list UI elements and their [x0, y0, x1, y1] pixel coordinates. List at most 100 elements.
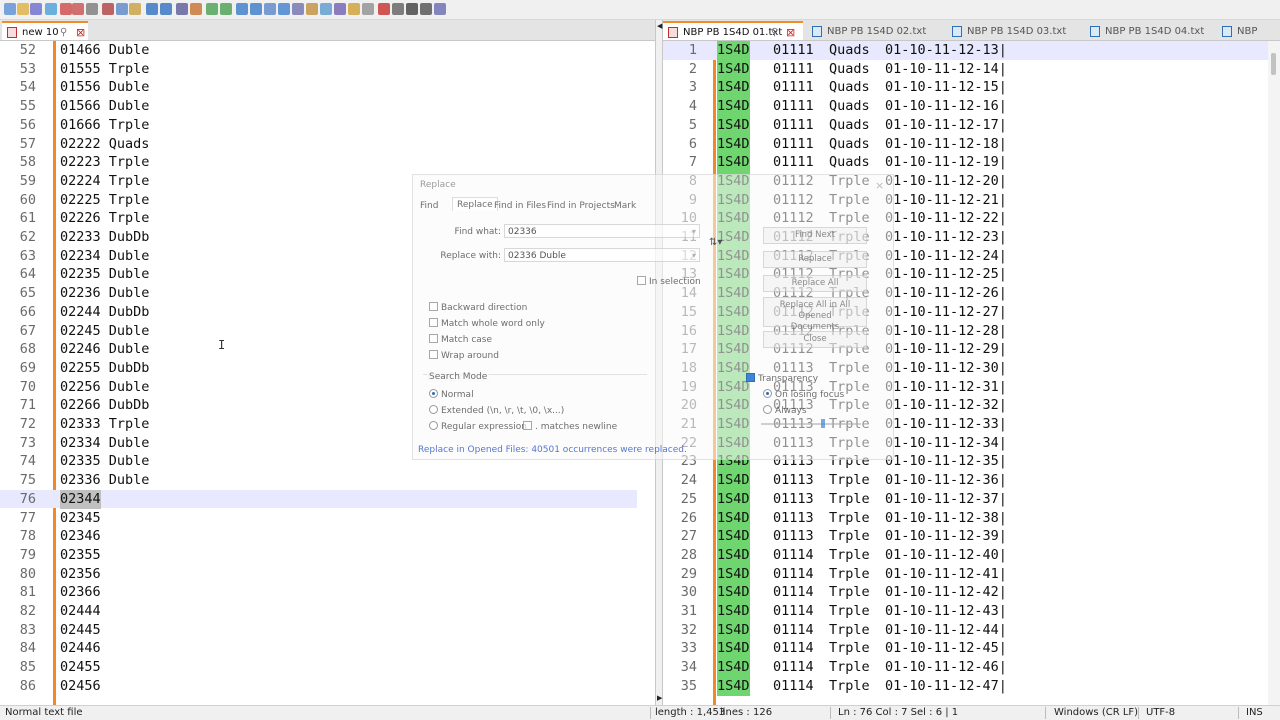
line-text[interactable]: 02266 DubDb — [60, 396, 149, 415]
transparency-slider-track[interactable] — [761, 423, 861, 425]
line-code[interactable]: 01114 — [773, 565, 814, 584]
find-icon[interactable] — [176, 3, 188, 15]
prefix-highlight[interactable]: 1S4D — [717, 602, 750, 621]
on-losing-focus-radio[interactable]: On losing focus — [763, 389, 844, 400]
word-wrap-icon[interactable] — [264, 3, 276, 15]
line-text[interactable]: 02335 Duble — [60, 452, 149, 471]
line-text[interactable]: 02366 — [60, 583, 101, 602]
status-encoding[interactable]: UTF-8 — [1146, 707, 1175, 718]
line-sequence[interactable]: 01-10-11-12-37| — [885, 490, 1007, 509]
prefix-highlight[interactable]: 1S4D — [717, 564, 750, 584]
prefix-highlight[interactable]: 1S4D — [717, 78, 750, 98]
line-code[interactable]: 01114 — [773, 639, 814, 658]
save-all-icon[interactable] — [45, 3, 57, 15]
line-sequence[interactable]: 01-10-11-12-43| — [885, 602, 1007, 621]
match-case-checkbox[interactable]: Match case — [429, 334, 492, 345]
replace-icon[interactable] — [190, 3, 202, 15]
line-kind[interactable]: Trple — [829, 658, 870, 677]
line-code[interactable]: 01111 — [773, 135, 814, 154]
sync-horizontal-icon[interactable] — [250, 3, 262, 15]
close-all-icon[interactable] — [72, 3, 84, 15]
tab-find-in-files[interactable]: Find in Files — [494, 201, 546, 211]
matches-newline-checkbox[interactable]: . matches newline — [523, 421, 617, 432]
scrollbar-thumb[interactable] — [1271, 53, 1276, 75]
close-button[interactable]: Close — [763, 331, 867, 348]
find-what-input[interactable]: 02336 ▾ — [504, 224, 700, 238]
line-text[interactable]: 02446 — [60, 639, 101, 658]
tab-nbp-pb-1s4d-04-txt[interactable]: NBP PB 1S4D 04.txt — [1085, 22, 1213, 40]
line-kind[interactable]: Trple — [829, 527, 870, 546]
zoom-in-icon[interactable] — [206, 3, 218, 15]
save-macro-icon[interactable] — [434, 3, 446, 15]
line-kind[interactable]: Quads — [829, 60, 870, 79]
line-text[interactable]: 02244 DubDb — [60, 303, 149, 322]
prefix-highlight[interactable]: 1S4D — [717, 545, 750, 565]
line-kind[interactable]: Quads — [829, 41, 870, 60]
line-sequence[interactable]: 01-10-11-12-26| — [885, 284, 1007, 303]
line-sequence[interactable]: 01-10-11-12-33| — [885, 415, 1007, 434]
line-code[interactable]: 01114 — [773, 621, 814, 640]
line-code[interactable]: 01111 — [773, 60, 814, 79]
line-sequence[interactable]: 01-10-11-12-44| — [885, 621, 1007, 640]
line-sequence[interactable]: 01-10-11-12-41| — [885, 565, 1007, 584]
replace-button[interactable]: Replace — [763, 251, 867, 268]
line-text[interactable]: 02246 Duble — [60, 340, 149, 359]
line-sequence[interactable]: 01-10-11-12-21| — [885, 191, 1007, 210]
line-text[interactable]: 02225 Trple — [60, 191, 149, 210]
line-sequence[interactable]: 01-10-11-12-22| — [885, 209, 1007, 228]
replace-all-opened-button[interactable]: Replace All in All Opened Documents — [763, 297, 867, 332]
line-text[interactable]: 02346 — [60, 527, 101, 546]
line-text[interactable]: 01556 Duble — [60, 78, 149, 97]
paste-icon[interactable] — [129, 3, 141, 15]
line-code[interactable]: 01111 — [773, 153, 814, 172]
line-text[interactable]: 02234 Duble — [60, 247, 149, 266]
prefix-highlight[interactable]: 1S4D — [717, 527, 750, 546]
line-sequence[interactable]: 01-10-11-12-42| — [885, 583, 1007, 602]
line-sequence[interactable]: 01-10-11-12-30| — [885, 359, 1007, 378]
line-text[interactable]: 02345 — [60, 509, 101, 528]
prefix-highlight[interactable]: 1S4D — [717, 620, 750, 640]
line-code[interactable]: 01111 — [773, 116, 814, 135]
line-sequence[interactable]: 01-10-11-12-24| — [885, 247, 1007, 266]
status-insert-mode[interactable]: INS — [1246, 707, 1263, 718]
line-sequence[interactable]: 01-10-11-12-47| — [885, 677, 1007, 696]
line-text[interactable]: 02336 Duble — [60, 471, 149, 490]
prefix-highlight[interactable]: 1S4D — [717, 41, 750, 60]
line-code[interactable]: 01114 — [773, 546, 814, 565]
language-icon[interactable] — [306, 3, 318, 15]
zoom-out-icon[interactable] — [220, 3, 232, 15]
prefix-highlight[interactable]: 1S4D — [717, 471, 750, 490]
replace-all-button[interactable]: Replace All — [763, 275, 867, 292]
record-macro-icon[interactable] — [378, 3, 390, 15]
line-sequence[interactable]: 01-10-11-12-32| — [885, 396, 1007, 415]
line-text[interactable]: 02456 — [60, 677, 101, 696]
prefix-highlight[interactable]: 1S4D — [717, 134, 750, 154]
prefix-highlight[interactable]: 1S4D — [717, 115, 750, 135]
line-text[interactable]: 02344 — [60, 489, 101, 509]
prefix-highlight[interactable]: 1S4D — [717, 508, 750, 528]
line-text[interactable]: 01555 Trple — [60, 60, 149, 79]
line-code[interactable]: 01114 — [773, 677, 814, 696]
line-sequence[interactable]: 01-10-11-12-15| — [885, 78, 1007, 97]
tab-mark[interactable]: Mark — [614, 201, 636, 211]
status-eol[interactable]: Windows (CR LF) — [1054, 707, 1138, 718]
line-sequence[interactable]: 01-10-11-12-23| — [885, 228, 1007, 247]
mode-normal-radio[interactable]: Normal — [429, 389, 474, 400]
doc-map-icon[interactable] — [320, 3, 332, 15]
open-file-icon[interactable] — [17, 3, 29, 15]
line-kind[interactable]: Trple — [829, 602, 870, 621]
line-code[interactable]: 01111 — [773, 78, 814, 97]
sync-vertical-icon[interactable] — [236, 3, 248, 15]
line-text[interactable]: 02355 — [60, 546, 101, 565]
line-kind[interactable]: Trple — [829, 490, 870, 509]
in-selection-checkbox[interactable]: In selection — [637, 276, 701, 287]
line-sequence[interactable]: 01-10-11-12-36| — [885, 471, 1007, 490]
vertical-scrollbar[interactable] — [1268, 41, 1280, 705]
pin-icon[interactable]: ⚲ — [771, 23, 778, 40]
line-code[interactable]: 01111 — [773, 41, 814, 60]
backward-direction-checkbox[interactable]: Backward direction — [429, 302, 527, 313]
tab-find[interactable]: Find — [420, 201, 438, 211]
chevron-down-icon[interactable]: ▾ — [692, 225, 696, 239]
line-code[interactable]: 01114 — [773, 602, 814, 621]
line-text[interactable]: 02222 Quads — [60, 135, 149, 154]
